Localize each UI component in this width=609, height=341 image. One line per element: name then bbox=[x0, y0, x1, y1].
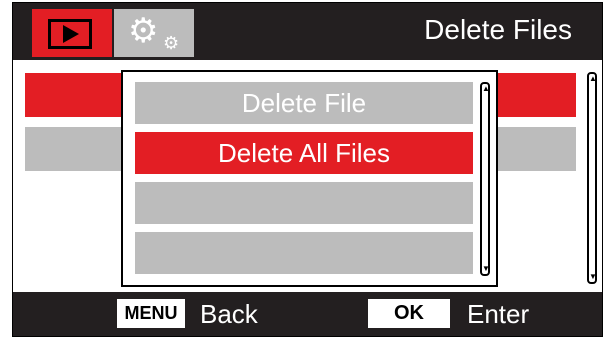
dashcam-screen: ⚙ ⚙ Delete Files ▲ ▼ Delete File Delete … bbox=[0, 0, 609, 341]
back-label: Back bbox=[200, 299, 258, 329]
menu-scrollbar[interactable]: ▲ ▼ bbox=[587, 72, 597, 284]
popup-scrollbar[interactable]: ▲ ▼ bbox=[480, 82, 490, 276]
enter-label: Enter bbox=[467, 299, 530, 329]
delete-options-popup: Delete File Delete All Files ▲ ▼ bbox=[121, 70, 498, 287]
popup-item-delete-file[interactable]: Delete File bbox=[135, 82, 473, 124]
tab-playback[interactable] bbox=[32, 9, 112, 57]
scroll-down-arrow-icon: ▼ bbox=[589, 272, 597, 281]
footer-bar: MENU Back OK Enter bbox=[13, 292, 602, 336]
tab-settings[interactable]: ⚙ ⚙ bbox=[114, 9, 194, 57]
gear-icon: ⚙ bbox=[128, 12, 159, 50]
popup-item-delete-all-files[interactable]: Delete All Files bbox=[135, 132, 473, 174]
popup-item-empty[interactable] bbox=[135, 232, 473, 274]
scroll-up-arrow-icon: ▲ bbox=[589, 74, 597, 83]
ok-key-button[interactable]: OK bbox=[368, 299, 450, 328]
playback-icon bbox=[48, 19, 92, 49]
page-title: Delete Files bbox=[424, 14, 572, 45]
popup-item-empty[interactable] bbox=[135, 182, 473, 224]
scroll-up-arrow-icon: ▲ bbox=[482, 84, 490, 93]
menu-key-button[interactable]: MENU bbox=[117, 299, 185, 328]
gear-small-icon: ⚙ bbox=[163, 33, 180, 53]
scroll-down-arrow-icon: ▼ bbox=[482, 264, 490, 273]
